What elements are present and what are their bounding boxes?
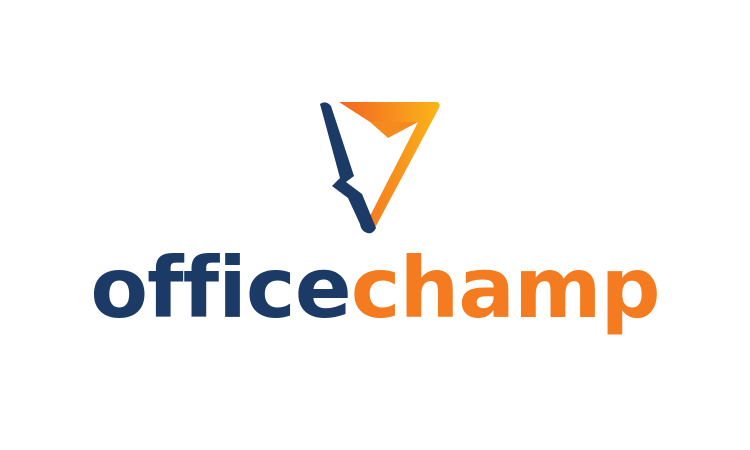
logo-mark-icon <box>320 102 440 234</box>
wordmark-office: office <box>90 239 350 337</box>
svg-text:officechamp: officechamp <box>90 239 659 337</box>
wordmark-champ: champ <box>351 239 660 337</box>
navy-stroke-shape <box>320 102 376 234</box>
logo-wordmark: officechamp <box>90 239 660 337</box>
logo-canvas: officechamp <box>0 0 750 450</box>
